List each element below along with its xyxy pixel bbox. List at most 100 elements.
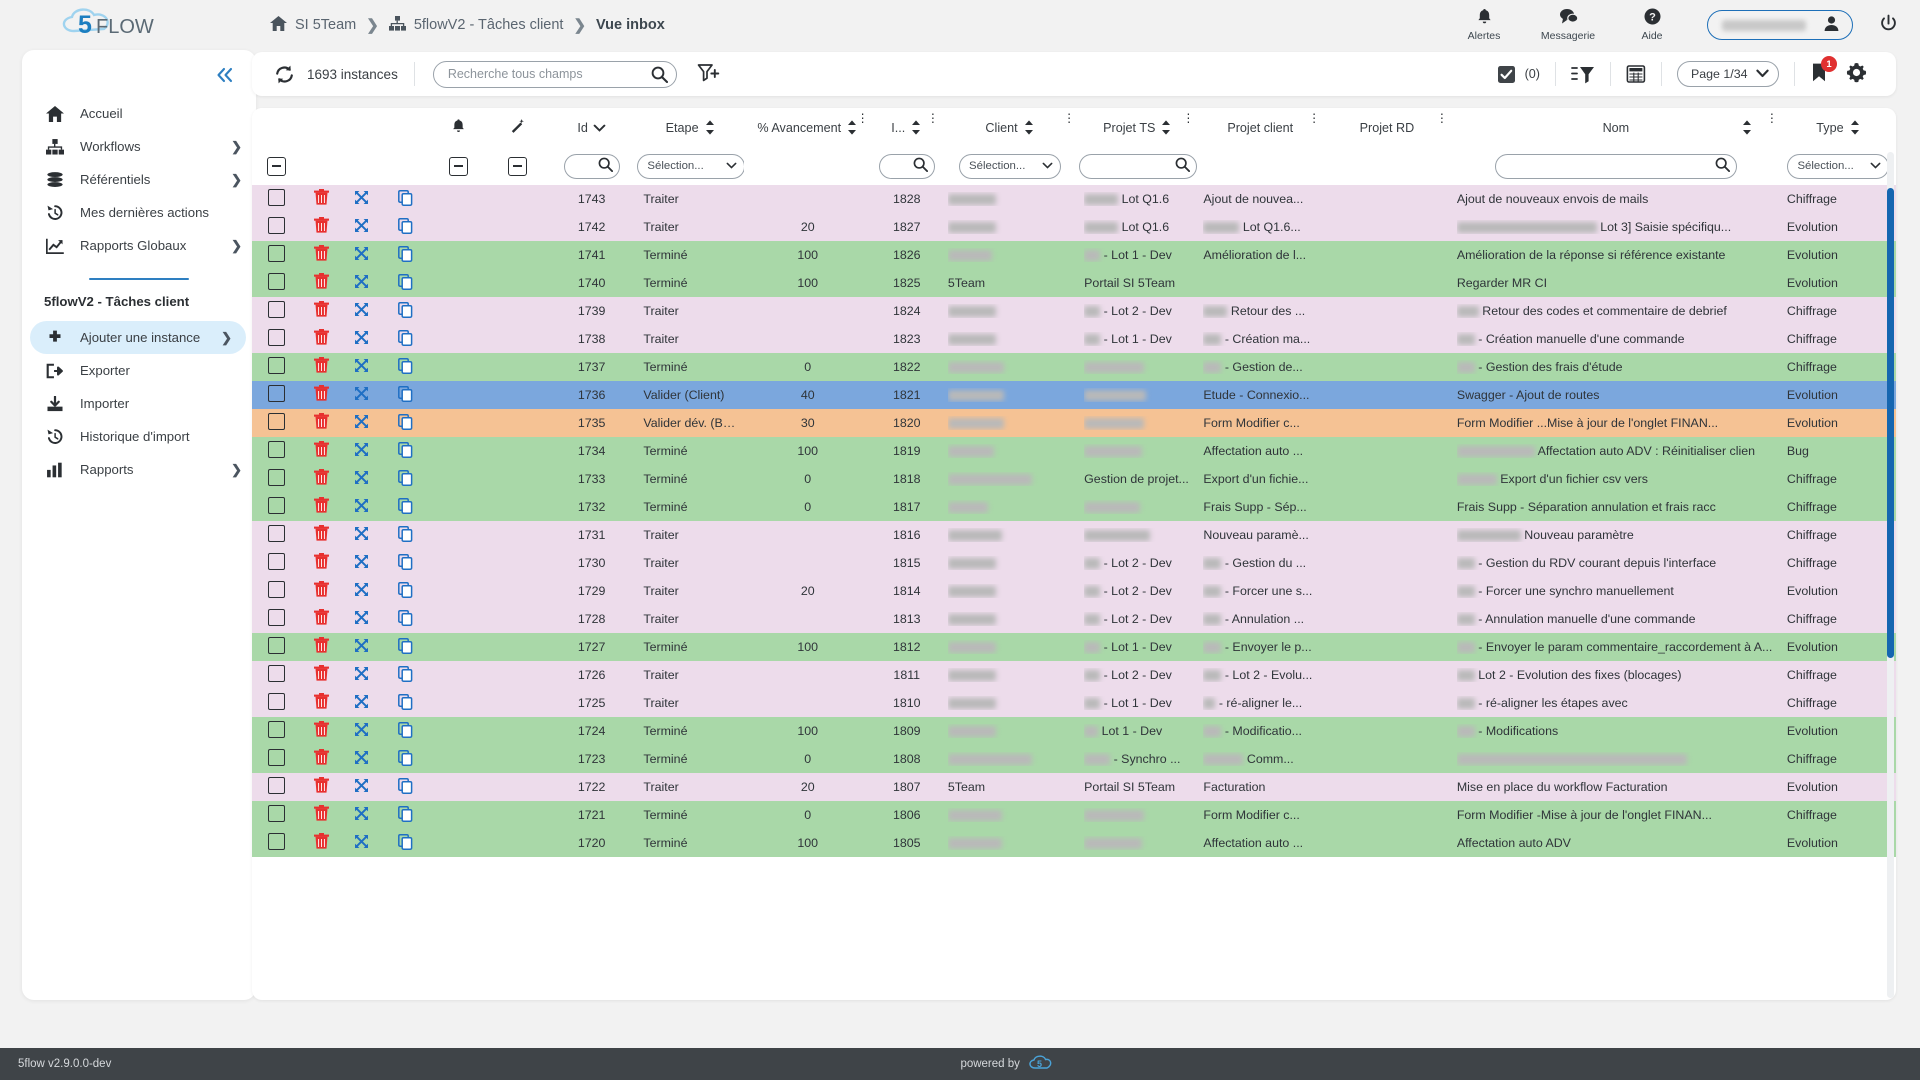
filter-client[interactable]: Sélection... bbox=[941, 147, 1079, 185]
row-copy-button[interactable] bbox=[382, 297, 429, 325]
row-delete-button[interactable] bbox=[301, 241, 341, 269]
row-select-checkbox[interactable] bbox=[252, 213, 301, 241]
row-move-button[interactable] bbox=[341, 773, 381, 801]
table-row[interactable]: 1727 Terminé 100 1812 - Lot 1 - Dev - Envoy… bbox=[252, 633, 1896, 661]
row-move-button[interactable] bbox=[341, 605, 381, 633]
column-menu-icon[interactable]: ⋮ bbox=[927, 112, 939, 124]
row-copy-button[interactable] bbox=[382, 213, 429, 241]
table-row[interactable]: 1740 Terminé 100 1825 5Team Portail SI 5Team R… bbox=[252, 269, 1896, 297]
row-select-checkbox[interactable] bbox=[252, 605, 301, 633]
app-logo[interactable]: 5 FLOW bbox=[0, 0, 230, 50]
table-row[interactable]: 1737 Terminé 0 1822 - Gestion de... - Gesti… bbox=[252, 353, 1896, 381]
sort-icon[interactable] bbox=[1023, 119, 1035, 136]
row-select-checkbox[interactable] bbox=[252, 185, 301, 213]
row-delete-button[interactable] bbox=[301, 381, 341, 409]
row-select-checkbox[interactable] bbox=[252, 549, 301, 577]
table-row[interactable]: 1732 Terminé 0 1817 Frais Supp - Sép... Frai… bbox=[252, 493, 1896, 521]
row-select-checkbox[interactable] bbox=[252, 689, 301, 717]
breadcrumb-item-si5team[interactable]: SI 5Team bbox=[270, 15, 356, 35]
row-select-checkbox[interactable] bbox=[252, 801, 301, 829]
row-delete-button[interactable] bbox=[301, 353, 341, 381]
row-delete-button[interactable] bbox=[301, 773, 341, 801]
row-delete-button[interactable] bbox=[301, 297, 341, 325]
row-copy-button[interactable] bbox=[382, 633, 429, 661]
row-copy-button[interactable] bbox=[382, 465, 429, 493]
table-row[interactable]: 1721 Terminé 0 1806 Form Modifier c... Form … bbox=[252, 801, 1896, 829]
row-delete-button[interactable] bbox=[301, 661, 341, 689]
filter-magic[interactable] bbox=[488, 147, 546, 185]
th-projet-client[interactable]: Projet client ⋮ bbox=[1197, 108, 1324, 147]
row-copy-button[interactable] bbox=[382, 661, 429, 689]
table-row[interactable]: 1743 Traiter 1828 Lot Q1.6 Ajout de nouvea.… bbox=[252, 185, 1896, 213]
row-move-button[interactable] bbox=[341, 829, 381, 857]
calculator-button[interactable] bbox=[1611, 64, 1661, 84]
row-delete-button[interactable] bbox=[301, 801, 341, 829]
row-move-button[interactable] bbox=[341, 241, 381, 269]
row-delete-button[interactable] bbox=[301, 829, 341, 857]
help-button[interactable]: ? Aide bbox=[1623, 8, 1681, 42]
row-copy-button[interactable] bbox=[382, 689, 429, 717]
row-delete-button[interactable] bbox=[301, 745, 341, 773]
sort-icon[interactable] bbox=[1741, 119, 1753, 136]
row-copy-button[interactable] bbox=[382, 437, 429, 465]
table-row[interactable]: 1734 Terminé 100 1819 Affectation auto ... … bbox=[252, 437, 1896, 465]
sidebar-collapse-button[interactable] bbox=[22, 60, 256, 97]
row-copy-button[interactable] bbox=[382, 409, 429, 437]
row-select-checkbox[interactable] bbox=[252, 465, 301, 493]
row-select-checkbox[interactable] bbox=[252, 297, 301, 325]
sidebar-item-rapports-globaux[interactable]: Rapports Globaux ❯ bbox=[22, 229, 256, 262]
table-row[interactable]: 1729 Traiter 20 1814 - Lot 2 - Dev - Forcer… bbox=[252, 577, 1896, 605]
th-projet-ts[interactable]: Projet TS ⋮ bbox=[1078, 108, 1198, 147]
settings-button[interactable] bbox=[1846, 62, 1867, 86]
th-alert[interactable] bbox=[428, 108, 489, 147]
row-copy-button[interactable] bbox=[382, 493, 429, 521]
alerts-button[interactable]: Alertes bbox=[1455, 8, 1513, 42]
filter-alert[interactable] bbox=[428, 147, 489, 185]
row-delete-button[interactable] bbox=[301, 549, 341, 577]
row-delete-button[interactable] bbox=[301, 689, 341, 717]
row-move-button[interactable] bbox=[341, 185, 381, 213]
breadcrumb-item-workflow[interactable]: 5flowV2 - Tâches client bbox=[388, 15, 563, 35]
row-move-button[interactable] bbox=[341, 381, 381, 409]
row-move-button[interactable] bbox=[341, 297, 381, 325]
th-magic[interactable] bbox=[488, 108, 546, 147]
filter-id[interactable] bbox=[545, 147, 638, 185]
row-select-checkbox[interactable] bbox=[252, 633, 301, 661]
global-search[interactable] bbox=[432, 60, 677, 88]
row-copy-button[interactable] bbox=[382, 745, 429, 773]
table-row[interactable]: 1724 Terminé 100 1809 Lot 1 - Dev - Modific… bbox=[252, 717, 1896, 745]
scrollbar-thumb[interactable] bbox=[1887, 188, 1894, 658]
row-select-checkbox[interactable] bbox=[252, 241, 301, 269]
row-move-button[interactable] bbox=[341, 269, 381, 297]
table-row[interactable]: 1725 Traiter 1810 - Lot 1 - Dev - ré-align… bbox=[252, 689, 1896, 717]
th-projet-rd[interactable]: Projet RD ⋮ bbox=[1323, 108, 1451, 147]
table-row[interactable]: 1730 Traiter 1815 - Lot 2 - Dev - Gestion … bbox=[252, 549, 1896, 577]
search-icon[interactable] bbox=[651, 66, 668, 83]
table-row[interactable]: 1722 Traiter 20 1807 5Team Portail SI 5Team Fa… bbox=[252, 773, 1896, 801]
row-delete-button[interactable] bbox=[301, 269, 341, 297]
row-copy-button[interactable] bbox=[382, 773, 429, 801]
logout-button[interactable] bbox=[1879, 14, 1898, 36]
table-row[interactable]: 1739 Traiter 1824 - Lot 2 - Dev Retour des… bbox=[252, 297, 1896, 325]
sidebar-item-exporter[interactable]: Exporter bbox=[22, 354, 256, 387]
sort-icon[interactable] bbox=[910, 119, 922, 136]
row-select-checkbox[interactable] bbox=[252, 717, 301, 745]
column-menu-icon[interactable]: ⋮ bbox=[1308, 112, 1320, 124]
row-select-checkbox[interactable] bbox=[252, 409, 301, 437]
row-copy-button[interactable] bbox=[382, 577, 429, 605]
th-i[interactable]: I... ⋮ bbox=[871, 108, 942, 147]
sidebar-item-workflows[interactable]: Workflows ❯ bbox=[22, 130, 256, 163]
row-select-checkbox[interactable] bbox=[252, 661, 301, 689]
row-select-checkbox[interactable] bbox=[252, 437, 301, 465]
row-move-button[interactable] bbox=[341, 633, 381, 661]
row-move-button[interactable] bbox=[341, 437, 381, 465]
table-row[interactable]: 1741 Terminé 100 1826 - Lot 1 - Dev Améliora… bbox=[252, 241, 1896, 269]
checkbox-checked-icon[interactable] bbox=[1497, 65, 1516, 84]
filter-list-button[interactable] bbox=[1556, 64, 1610, 85]
sort-icon[interactable] bbox=[704, 119, 716, 136]
table-row[interactable]: 1733 Terminé 0 1818 Gestion de projet... Exp… bbox=[252, 465, 1896, 493]
th-etape[interactable]: Etape bbox=[637, 108, 744, 147]
filter-projet-ts[interactable] bbox=[1078, 147, 1198, 185]
column-menu-icon[interactable]: ⋮ bbox=[1063, 112, 1075, 124]
user-menu[interactable] bbox=[1707, 10, 1853, 40]
